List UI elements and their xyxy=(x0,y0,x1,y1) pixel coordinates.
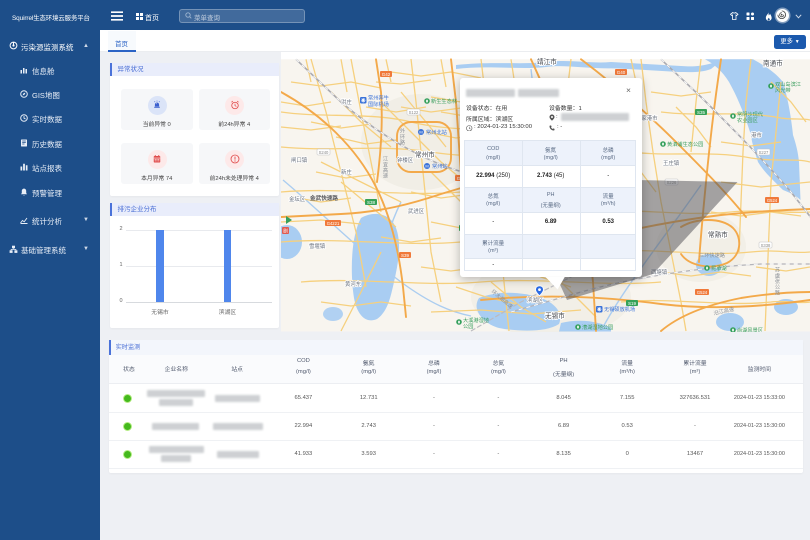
svg-text:港市: 港市 xyxy=(751,131,762,139)
svg-text:金坛区: 金坛区 xyxy=(289,195,306,203)
svg-text:无锡市: 无锡市 xyxy=(545,311,565,320)
svg-text:S35: S35 xyxy=(696,110,705,115)
svg-text:黄河东: 黄河东 xyxy=(345,280,362,288)
svg-text:风光带: 风光带 xyxy=(775,86,791,94)
svg-text:G524: G524 xyxy=(766,198,777,203)
svg-text:G40: G40 xyxy=(616,70,625,75)
svg-text:靖江市: 靖江市 xyxy=(537,57,557,66)
svg-text:南通市: 南通市 xyxy=(763,59,783,68)
svg-text:剧: 剧 xyxy=(283,228,288,235)
svg-text:G524: G524 xyxy=(696,290,707,295)
svg-text:金武快速路: 金武快速路 xyxy=(309,194,338,202)
svg-text:苏虞张公路: 苏虞张公路 xyxy=(773,266,779,297)
svg-text:国际机场: 国际机场 xyxy=(368,100,389,108)
svg-text:闸口镇: 闸口镇 xyxy=(291,156,308,164)
svg-text:S39: S39 xyxy=(400,253,409,258)
svg-text:漕湖湿地公园: 漕湖湿地公园 xyxy=(582,323,613,331)
svg-text:黄泗浦生态公园: 黄泗浦生态公园 xyxy=(667,140,703,148)
svg-text:江宜高速: 江宜高速 xyxy=(382,156,388,180)
svg-text:雪堰镇: 雪堰镇 xyxy=(309,242,326,250)
svg-text:常州站: 常州站 xyxy=(432,162,448,170)
svg-text:大溪港湿地: 大溪港湿地 xyxy=(463,316,489,324)
svg-text:公园: 公园 xyxy=(463,323,473,330)
svg-text:常州北站: 常州北站 xyxy=(426,128,447,136)
svg-text:外环路: 外环路 xyxy=(398,127,404,146)
svg-text:双山岛滨江: 双山岛滨江 xyxy=(775,80,801,88)
svg-text:M: M xyxy=(425,164,428,169)
svg-text:S338: S338 xyxy=(760,243,770,248)
svg-text:S122: S122 xyxy=(408,110,418,115)
svg-text:S240: S240 xyxy=(318,150,328,155)
svg-text:常阴沙现代: 常阴沙现代 xyxy=(737,110,764,118)
svg-text:王庄镇: 王庄镇 xyxy=(663,159,680,167)
svg-text:无锡硕放机场: 无锡硕放机场 xyxy=(604,305,635,313)
svg-text:S19: S19 xyxy=(627,301,636,306)
svg-text:昆承湖: 昆承湖 xyxy=(711,264,727,272)
svg-text:农业园区: 农业园区 xyxy=(737,116,758,124)
svg-text:新生生态林: 新生生态林 xyxy=(431,97,458,105)
svg-text:M: M xyxy=(419,130,422,135)
svg-text:常熟市: 常熟市 xyxy=(708,230,728,239)
svg-text:武进区: 武进区 xyxy=(408,207,425,215)
svg-text:常州奔牛: 常州奔牛 xyxy=(368,94,389,102)
svg-text:常州市: 常州市 xyxy=(415,150,435,159)
svg-text:滨湖区: 滨湖区 xyxy=(527,296,544,304)
svg-text:新庄: 新庄 xyxy=(341,168,352,176)
svg-text:三环快速路: 三环快速路 xyxy=(699,251,726,259)
svg-text:S227: S227 xyxy=(758,150,768,155)
svg-text:S38: S38 xyxy=(366,200,375,205)
svg-text:G4221: G4221 xyxy=(326,221,339,226)
svg-text:钟楼区: 钟楼区 xyxy=(397,156,414,164)
svg-text:G42: G42 xyxy=(381,72,390,77)
svg-text:洪庄: 洪庄 xyxy=(341,98,352,106)
